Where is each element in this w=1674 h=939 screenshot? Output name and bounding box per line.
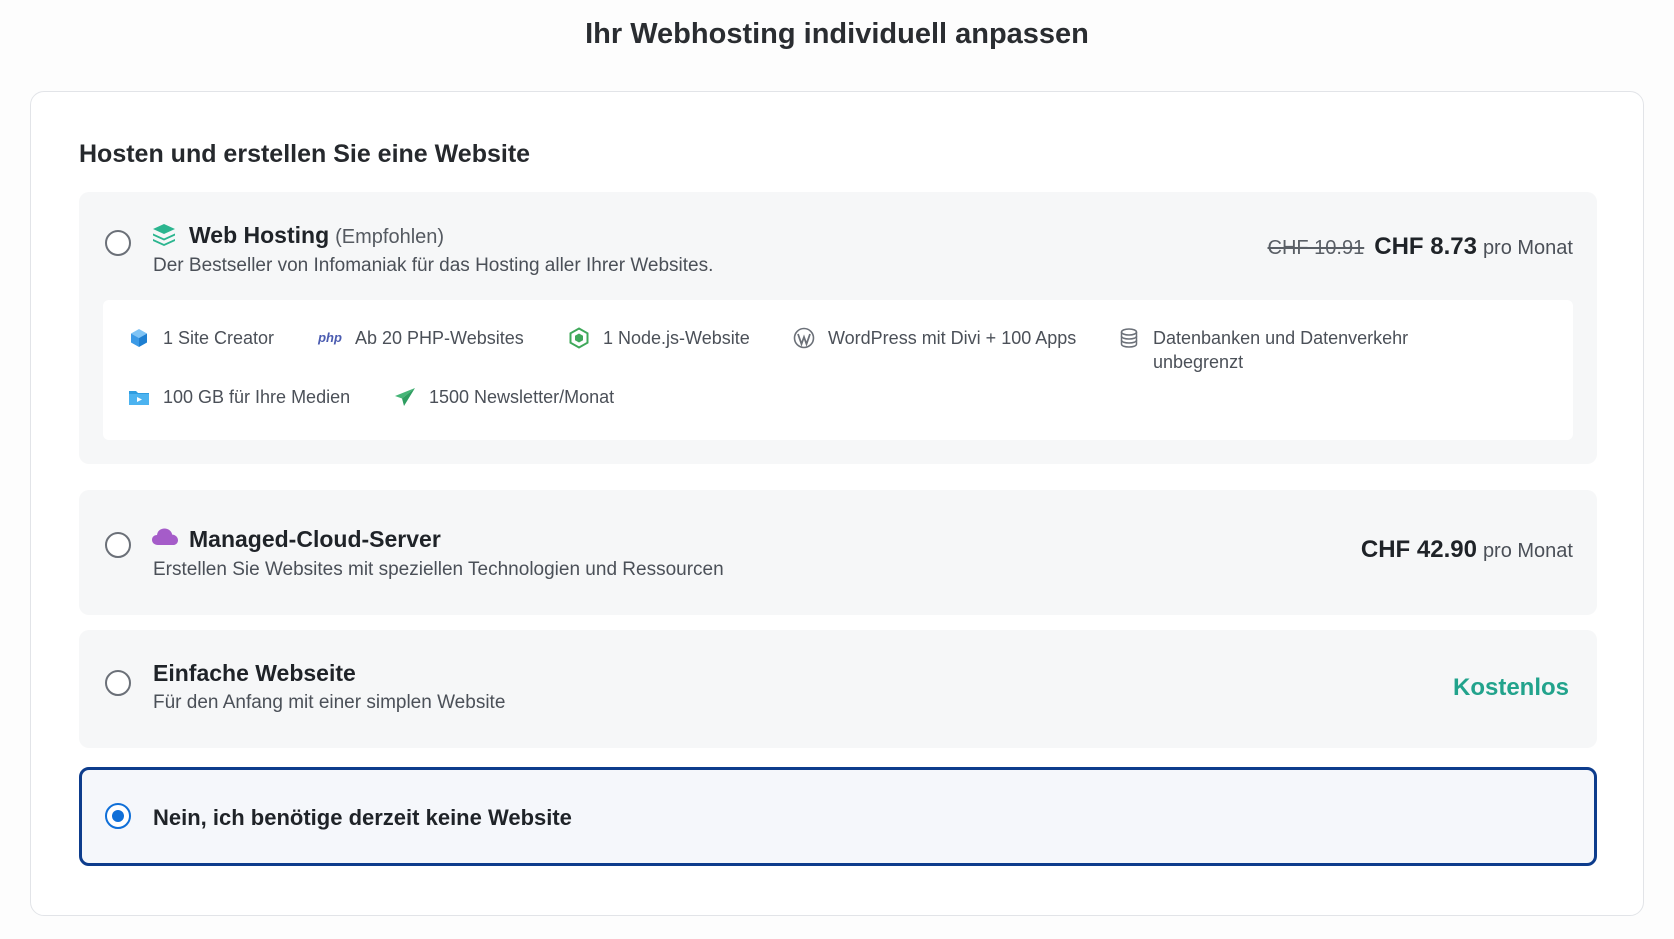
feature-label: Ab 20 PHP-Websites (355, 328, 524, 348)
web-hosting-subtitle: Der Bestseller von Infomaniak für das Ho… (153, 255, 714, 276)
cloud-icon (151, 526, 179, 548)
web-hosting-period: pro Monat (1482, 237, 1573, 259)
media-folder-icon (127, 385, 151, 409)
feature-label: 100 GB für Ihre Medien (163, 387, 351, 407)
option-managed-cloud-server[interactable]: Managed-Cloud-Server Erstellen Sie Websi… (79, 490, 1597, 615)
web-hosting-title: Web Hosting (189, 222, 330, 248)
web-hosting-recommended-note: (Empfohlen) (335, 226, 445, 248)
feature-label: Datenbanken und Datenverkehr unbegrenzt (1153, 328, 1409, 372)
page-title: Ihr Webhosting individuell anpassen (585, 18, 1089, 50)
feature-media: 100 GB für Ihre Medien (127, 385, 350, 409)
database-icon (1117, 326, 1141, 350)
cloud-server-price: CHF 42.90 pro Monat (1361, 536, 1573, 564)
feature-nodejs: 1 Node.js-Website (567, 326, 750, 350)
web-hosting-current-price: CHF 8.73 (1374, 233, 1477, 260)
web-hosting-features: 1 Site Creator php Ab 20 PHP-Websites 1 … (103, 300, 1573, 440)
option-simple-website[interactable]: Einfache Webseite Für den Anfang mit ein… (79, 630, 1597, 748)
web-hosting-radio[interactable] (105, 230, 131, 256)
feature-label: 1 Site Creator (163, 328, 275, 348)
feature-php: php Ab 20 PHP-Websites (317, 326, 524, 350)
cloud-server-subtitle: Erstellen Sie Websites mit speziellen Te… (153, 559, 724, 580)
feature-label: 1 Node.js-Website (603, 328, 750, 348)
no-website-title: Nein, ich benötige derzeit keine Website (153, 805, 572, 830)
feature-newsletter: 1500 Newsletter/Monat (393, 385, 614, 409)
cube-icon (127, 326, 151, 350)
hosting-options-card: Hosten und erstellen Sie eine Website We… (30, 91, 1644, 916)
cloud-server-current-price: CHF 42.90 (1360, 536, 1477, 563)
feature-wordpress: WordPress mit Divi + 100 Apps (792, 326, 1076, 350)
cloud-server-period: pro Monat (1482, 540, 1573, 562)
feature-site-creator: 1 Site Creator (127, 326, 274, 350)
cloud-server-title: Managed-Cloud-Server (189, 526, 441, 552)
section-title: Hosten und erstellen Sie eine Website (79, 140, 531, 168)
layers-icon (151, 222, 177, 248)
simple-website-subtitle: Für den Anfang mit einer simplen Website (153, 692, 506, 713)
web-hosting-title-row: Web Hosting (Empfohlen) (189, 222, 444, 249)
simple-website-radio[interactable] (105, 670, 131, 696)
feature-label: WordPress mit Divi + 100 Apps (828, 328, 1077, 348)
web-hosting-price: CHF 10.91 CHF 8.73 pro Monat (1268, 233, 1573, 261)
php-icon: php (318, 330, 342, 345)
no-website-radio[interactable] (105, 803, 131, 829)
option-no-website[interactable]: Nein, ich benötige derzeit keine Website (79, 767, 1597, 866)
simple-website-price: Kostenlos (1452, 674, 1569, 701)
feature-label: 1500 Newsletter/Monat (429, 387, 615, 407)
wordpress-icon (792, 326, 816, 350)
option-web-hosting[interactable]: Web Hosting (Empfohlen) Der Bestseller vo… (79, 192, 1597, 464)
cloud-server-radio[interactable] (105, 532, 131, 558)
simple-website-title: Einfache Webseite (153, 660, 356, 686)
feature-databases: Datenbanken und Datenverkehr unbegrenzt (1117, 326, 1437, 374)
nodejs-icon (567, 326, 591, 350)
web-hosting-old-price: CHF 10.91 (1267, 237, 1365, 259)
paper-plane-icon (393, 385, 417, 409)
